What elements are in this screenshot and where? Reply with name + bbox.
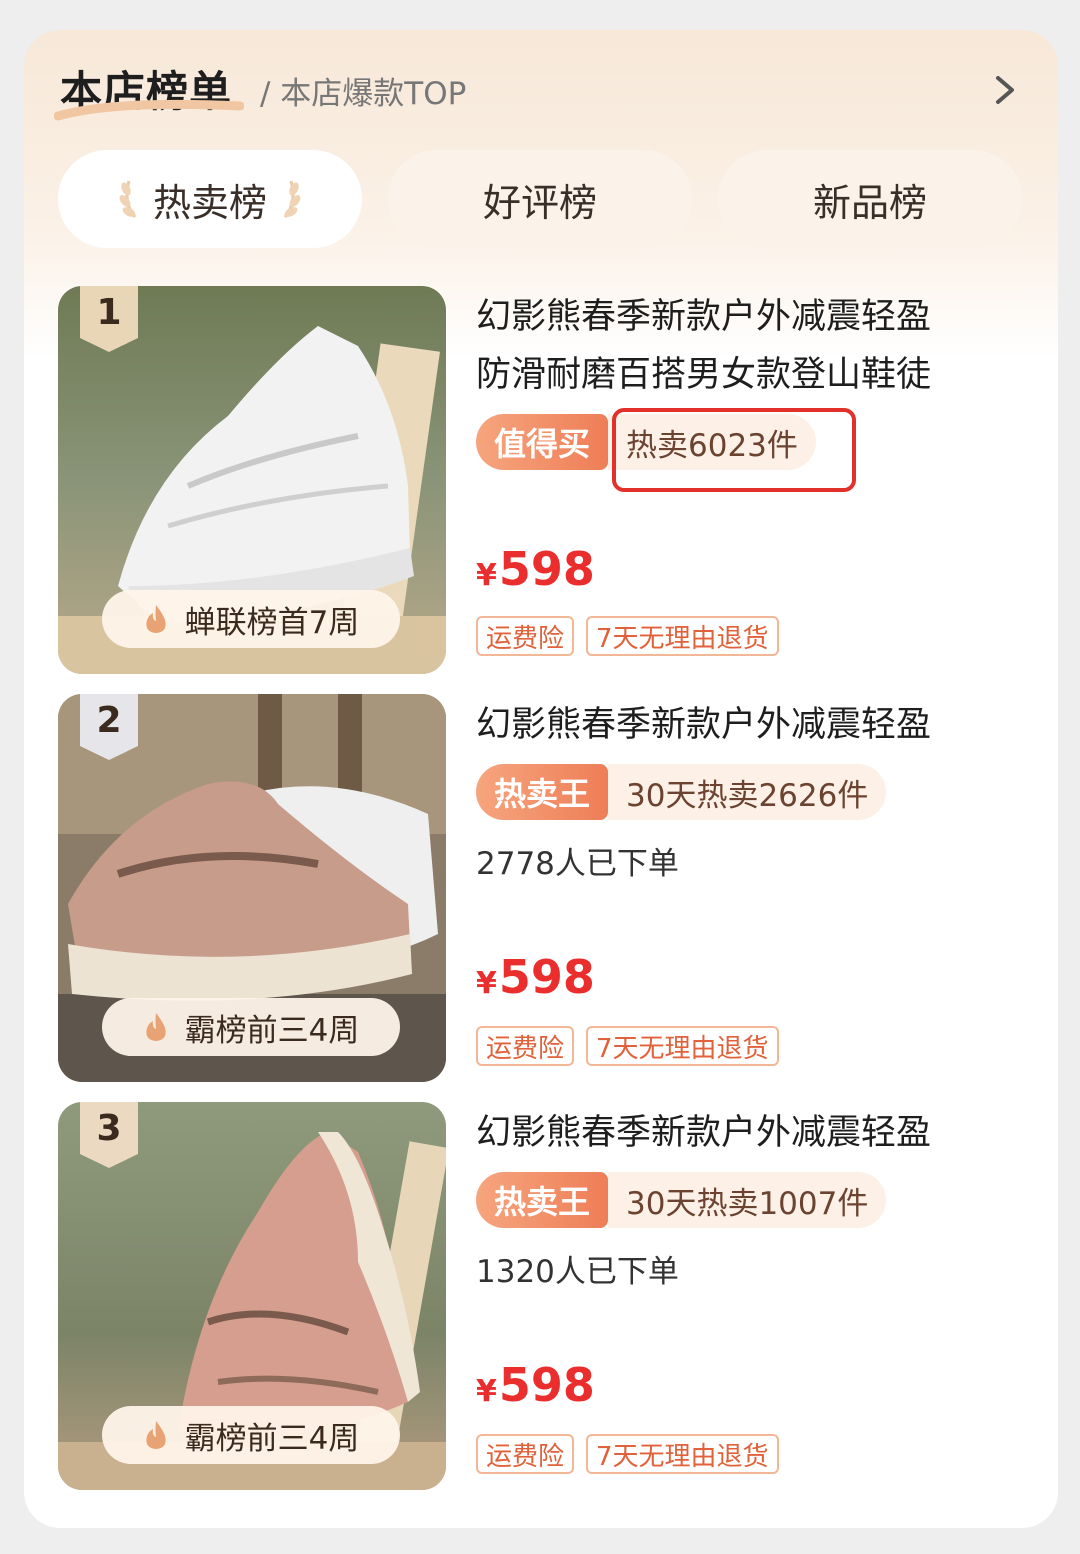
product-image-2[interactable]: 2 霸榜前三4周 — [58, 694, 446, 1082]
flame-icon — [146, 1013, 166, 1041]
tab-good-reviews[interactable]: 好评榜 — [388, 150, 692, 248]
tab-new-products[interactable]: 新品榜 — [718, 150, 1022, 248]
service-tag-shipping-insurance: 运费险 — [476, 1434, 575, 1474]
rank-number: 3 — [96, 1108, 122, 1149]
tab-label: 好评榜 — [482, 180, 597, 225]
award-label: 霸榜前三4周 — [184, 1012, 360, 1049]
currency-symbol: ¥ — [476, 1374, 497, 1409]
ordered-count: 1320人已下单 — [476, 1254, 679, 1290]
rank-number: 2 — [96, 700, 122, 741]
service-tag-shipping-insurance: 运费险 — [476, 1026, 575, 1066]
sales-tag: 热卖王 30天热卖2626件 — [476, 764, 1036, 820]
flame-icon — [146, 1421, 166, 1449]
tab-hot-sale[interactable]: 热卖榜 — [58, 150, 362, 248]
service-tags: 运费险 7天无理由退货 — [476, 1434, 791, 1474]
tab-label: 新品榜 — [812, 180, 927, 225]
ordered-count: 2778人已下单 — [476, 846, 679, 882]
section-subtitle: / 本店爆款TOP — [260, 76, 467, 112]
product-title-line: 防滑耐磨百搭男女款登山鞋徒 — [476, 355, 932, 395]
highlight-box — [612, 408, 856, 492]
product-image-3[interactable]: 3 霸榜前三4周 — [58, 1102, 446, 1490]
laurel-left-icon — [119, 180, 137, 218]
price-value: 598 — [498, 1358, 595, 1412]
laurel-right-icon — [283, 180, 301, 218]
price-value: 598 — [498, 542, 595, 596]
chevron-right-icon[interactable] — [994, 74, 1016, 106]
service-tag-7day-return: 7天无理由退货 — [586, 1026, 779, 1066]
product-price: ¥ 598 — [476, 950, 595, 1004]
tab-label: 热卖榜 — [152, 180, 267, 225]
rank-number: 1 — [96, 292, 122, 333]
service-tag-shipping-insurance: 运费险 — [476, 616, 575, 656]
product-title-line: 幻影熊春季新款户外减震轻盈 — [476, 1113, 932, 1153]
title-underline-decoration — [54, 99, 244, 121]
currency-symbol: ¥ — [476, 966, 497, 1001]
service-tags: 运费险 7天无理由退货 — [476, 616, 791, 656]
service-tags: 运费险 7天无理由退货 — [476, 1026, 791, 1066]
tag-sales-count: 30天热卖1007件 — [608, 1172, 887, 1228]
tag-worth-buying: 值得买 — [476, 414, 609, 470]
award-label: 霸榜前三4周 — [184, 1420, 360, 1457]
award-badge: 霸榜前三4周 — [102, 1406, 400, 1464]
currency-symbol: ¥ — [476, 558, 497, 593]
service-tag-7day-return: 7天无理由退货 — [586, 1434, 779, 1474]
product-info-2[interactable]: 幻影熊春季新款户外减震轻盈 热卖王 30天热卖2626件 2778人已下单 — [476, 696, 1036, 882]
store-ranking-card: 本店榜单 / 本店爆款TOP 热卖榜 好评榜 新品榜 1 蝉联榜首7周 幻影熊春… — [24, 30, 1058, 1528]
price-value: 598 — [498, 950, 595, 1004]
tag-hot-king: 热卖王 — [476, 1172, 609, 1228]
sales-tag: 热卖王 30天热卖1007件 — [476, 1172, 1036, 1228]
tag-sales-count: 30天热卖2626件 — [608, 764, 887, 820]
product-image-1[interactable]: 1 蝉联榜首7周 — [58, 286, 446, 674]
service-tag-7day-return: 7天无理由退货 — [586, 616, 779, 656]
award-label: 蝉联榜首7周 — [184, 604, 360, 641]
product-title-line: 幻影熊春季新款户外减震轻盈 — [476, 705, 932, 745]
product-price: ¥ 598 — [476, 1358, 595, 1412]
award-badge: 蝉联榜首7周 — [102, 590, 400, 648]
tag-hot-king: 热卖王 — [476, 764, 609, 820]
product-title-line: 幻影熊春季新款户外减震轻盈 — [476, 297, 932, 337]
award-badge: 霸榜前三4周 — [102, 998, 400, 1056]
product-price: ¥ 598 — [476, 542, 595, 596]
flame-icon — [146, 605, 166, 633]
product-info-3[interactable]: 幻影熊春季新款户外减震轻盈 热卖王 30天热卖1007件 1320人已下单 — [476, 1104, 1036, 1290]
